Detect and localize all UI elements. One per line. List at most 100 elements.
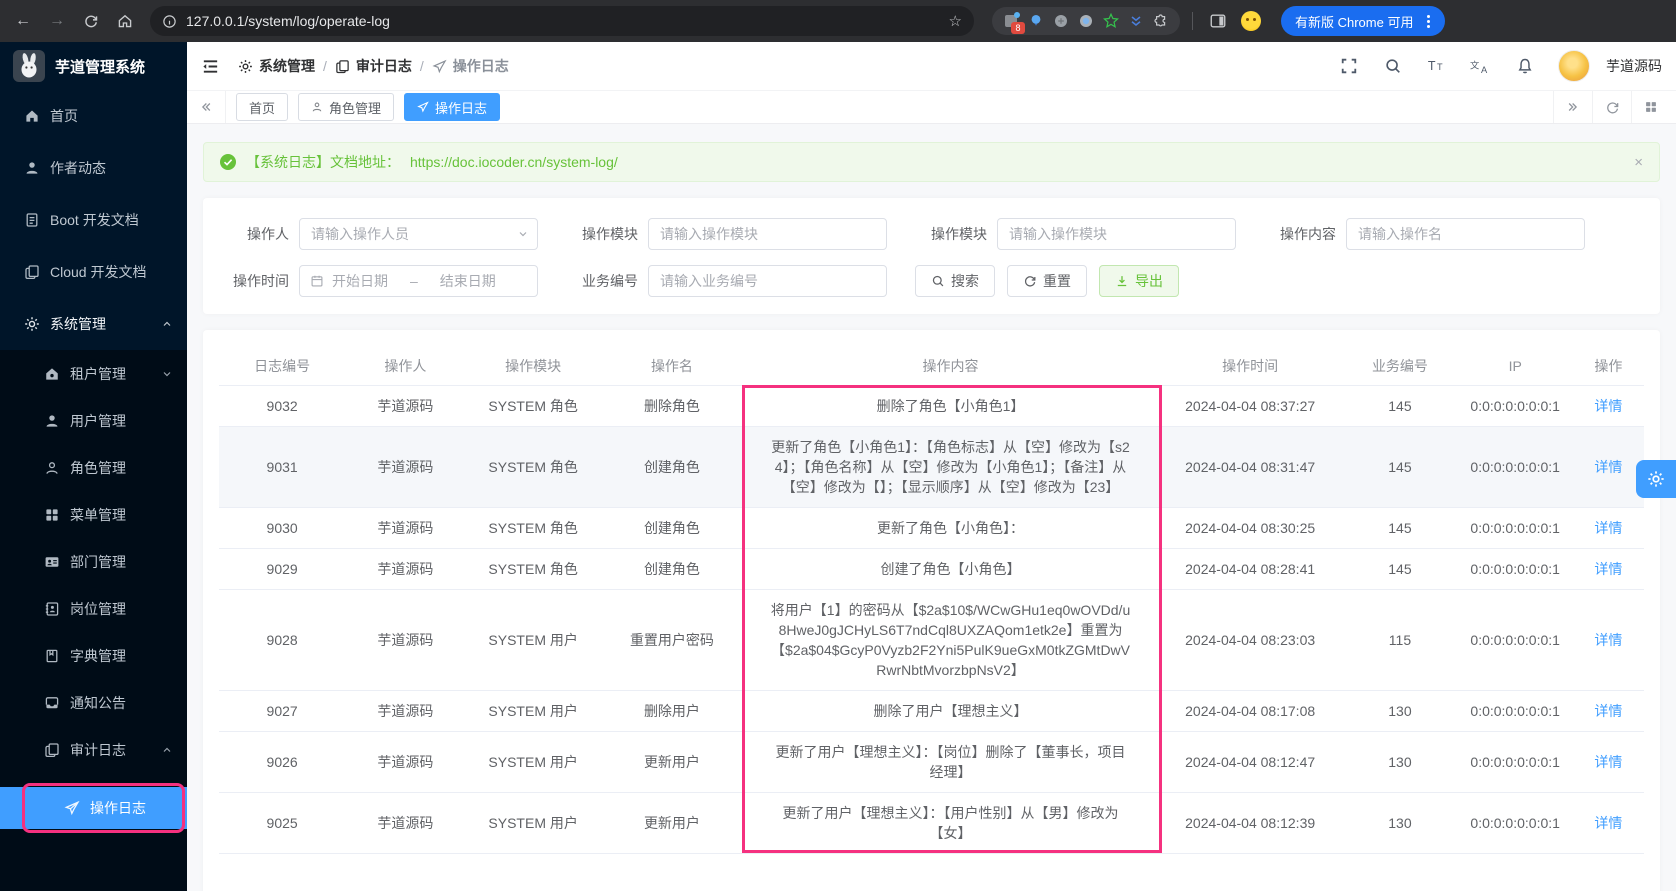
extension-badge: 8 [1011, 22, 1025, 34]
sidebar-item-boot-docs[interactable]: Boot 开发文档 [0, 194, 187, 246]
log-id-cell: 9028 [219, 590, 345, 691]
table-row: 9027 芋道源码 SYSTEM 用户 删除用户 删除了用户【理想主义】 202… [219, 691, 1644, 732]
app-logo[interactable]: 芋道管理系统 [0, 42, 187, 90]
doc-link[interactable]: https://doc.iocoder.cn/system-log/ [410, 154, 618, 170]
extension-icon-4[interactable] [1077, 12, 1095, 30]
reset-button[interactable]: 重置 [1007, 265, 1087, 297]
dictionary-icon [44, 648, 60, 664]
detail-link[interactable]: 详情 [1594, 520, 1622, 536]
forward-icon[interactable]: → [42, 6, 72, 36]
sidebar-item-operate-log[interactable]: 操作日志 [0, 787, 187, 829]
extension-icon-2[interactable] [1027, 12, 1045, 30]
module-input[interactable] [648, 218, 887, 250]
tab-role-management[interactable]: 角色管理 [298, 93, 394, 121]
svg-text:A: A [1481, 65, 1488, 75]
sidebar-item-home[interactable]: 首页 [0, 90, 187, 142]
detail-link[interactable]: 详情 [1594, 459, 1622, 475]
action-cell: 详情 [1573, 691, 1644, 732]
col-header-biz-no: 业务编号 [1342, 346, 1457, 386]
grid-icon [44, 507, 60, 523]
content-input[interactable] [1346, 218, 1585, 250]
sidebar-item-cloud-docs[interactable]: Cloud 开发文档 [0, 246, 187, 298]
time-range-picker[interactable]: 开始日期 – 结束日期 [299, 265, 538, 297]
extension-icon-3[interactable] [1052, 12, 1070, 30]
user-avatar[interactable] [1558, 50, 1590, 82]
screen: ← → 127.0.0.1/system/log/operate-log ☆ 8 [0, 0, 1676, 891]
fullscreen-icon[interactable] [1332, 49, 1366, 83]
collapse-menu-icon[interactable] [201, 57, 220, 76]
sidebar-item-departments[interactable]: 部门管理 [0, 538, 187, 585]
browser-menu-icon[interactable] [1421, 15, 1439, 28]
biz-no-input[interactable] [648, 265, 887, 297]
sidebar-item-notices[interactable]: 通知公告 [0, 679, 187, 726]
sidebar-item-author[interactable]: 作者动态 [0, 142, 187, 194]
chevron-down-icon [517, 228, 529, 240]
time-cell: 2024-04-04 08:30:25 [1158, 508, 1342, 549]
back-icon[interactable]: ← [8, 6, 38, 36]
sidebar-item-posts[interactable]: 岗位管理 [0, 585, 187, 632]
detail-link[interactable]: 详情 [1594, 561, 1622, 577]
extensions-puzzle-icon[interactable] [1152, 12, 1170, 30]
extension-icon-5[interactable] [1102, 12, 1120, 30]
tab-operate-log[interactable]: 操作日志 [404, 93, 500, 121]
ip-cell: 0:0:0:0:0:0:0:1 [1458, 549, 1573, 590]
alert-close-icon[interactable]: × [1634, 155, 1643, 170]
sidebar-item-audit-log[interactable]: 审计日志 [0, 726, 187, 773]
module-cell: SYSTEM 角色 [466, 427, 601, 508]
ip-cell: 0:0:0:0:0:0:0:1 [1458, 732, 1573, 793]
col-header-op-name: 操作名 [601, 346, 743, 386]
col-header-operator: 操作人 [345, 346, 465, 386]
content-label: 操作内容 [1264, 224, 1336, 244]
module-cell: SYSTEM 用户 [466, 732, 601, 793]
theme-settings-button[interactable] [1636, 460, 1676, 498]
username[interactable]: 芋道源码 [1606, 56, 1662, 76]
bookmark-star-icon[interactable]: ☆ [949, 12, 962, 30]
extension-icon-6[interactable] [1127, 12, 1145, 30]
chrome-update-button[interactable]: 有新版 Chrome 可用 [1281, 6, 1445, 36]
breadcrumb-audit-log[interactable]: 审计日志 [335, 56, 412, 76]
sidebar-submenu: 租户管理 用户管理 角色管理 菜单管理 [0, 350, 187, 891]
translate-icon[interactable]: 文A [1464, 49, 1498, 83]
operator-select[interactable] [299, 218, 538, 250]
side-panel-icon[interactable] [1209, 12, 1227, 30]
notification-bell-icon[interactable] [1508, 49, 1542, 83]
date-separator: – [396, 273, 432, 289]
site-info-icon[interactable] [162, 14, 177, 29]
search-icon[interactable] [1376, 49, 1410, 83]
tab-refresh-icon[interactable] [1592, 91, 1631, 123]
biz-no-cell: 145 [1342, 549, 1457, 590]
search-button[interactable]: 搜索 [915, 265, 995, 297]
sidebar-item-dicts[interactable]: 字典管理 [0, 632, 187, 679]
breadcrumb-system[interactable]: 系统管理 [238, 56, 315, 76]
sidebar-item-users[interactable]: 用户管理 [0, 397, 187, 444]
op-name-cell: 删除角色 [601, 386, 743, 427]
tab-home[interactable]: 首页 [236, 93, 288, 121]
detail-link[interactable]: 详情 [1594, 398, 1622, 414]
detail-link[interactable]: 详情 [1594, 815, 1622, 831]
sidebar-item-roles[interactable]: 角色管理 [0, 444, 187, 491]
module2-input[interactable] [997, 218, 1236, 250]
browser-toolbar: ← → 127.0.0.1/system/log/operate-log ☆ 8 [0, 0, 1676, 42]
url-bar[interactable]: 127.0.0.1/system/log/operate-log ☆ [150, 6, 974, 36]
export-button[interactable]: 导出 [1099, 265, 1179, 297]
detail-link[interactable]: 详情 [1594, 754, 1622, 770]
module2-label: 操作模块 [915, 224, 987, 244]
url-text: 127.0.0.1/system/log/operate-log [186, 13, 390, 29]
breadcrumb-separator: / [420, 58, 424, 74]
detail-link[interactable]: 详情 [1594, 632, 1622, 648]
app-title: 芋道管理系统 [55, 56, 145, 77]
sidebar-item-tenant[interactable]: 租户管理 [0, 350, 187, 397]
tabs-scroll-left-icon[interactable] [187, 91, 226, 123]
biz-no-cell: 130 [1342, 691, 1457, 732]
layout-grid-icon[interactable] [1631, 91, 1670, 123]
profile-emoji-icon[interactable] [1241, 11, 1261, 31]
detail-link[interactable]: 详情 [1594, 703, 1622, 719]
reload-icon[interactable] [76, 6, 106, 36]
font-size-icon[interactable]: TT [1420, 49, 1454, 83]
breadcrumb-operate-log: 操作日志 [432, 56, 509, 76]
tabs-scroll-right-icon[interactable] [1553, 91, 1592, 123]
extension-icon-1[interactable]: 8 [1002, 12, 1020, 30]
home-button-icon[interactable] [110, 6, 140, 36]
sidebar-item-menus[interactable]: 菜单管理 [0, 491, 187, 538]
sidebar-item-system[interactable]: 系统管理 [0, 298, 187, 350]
